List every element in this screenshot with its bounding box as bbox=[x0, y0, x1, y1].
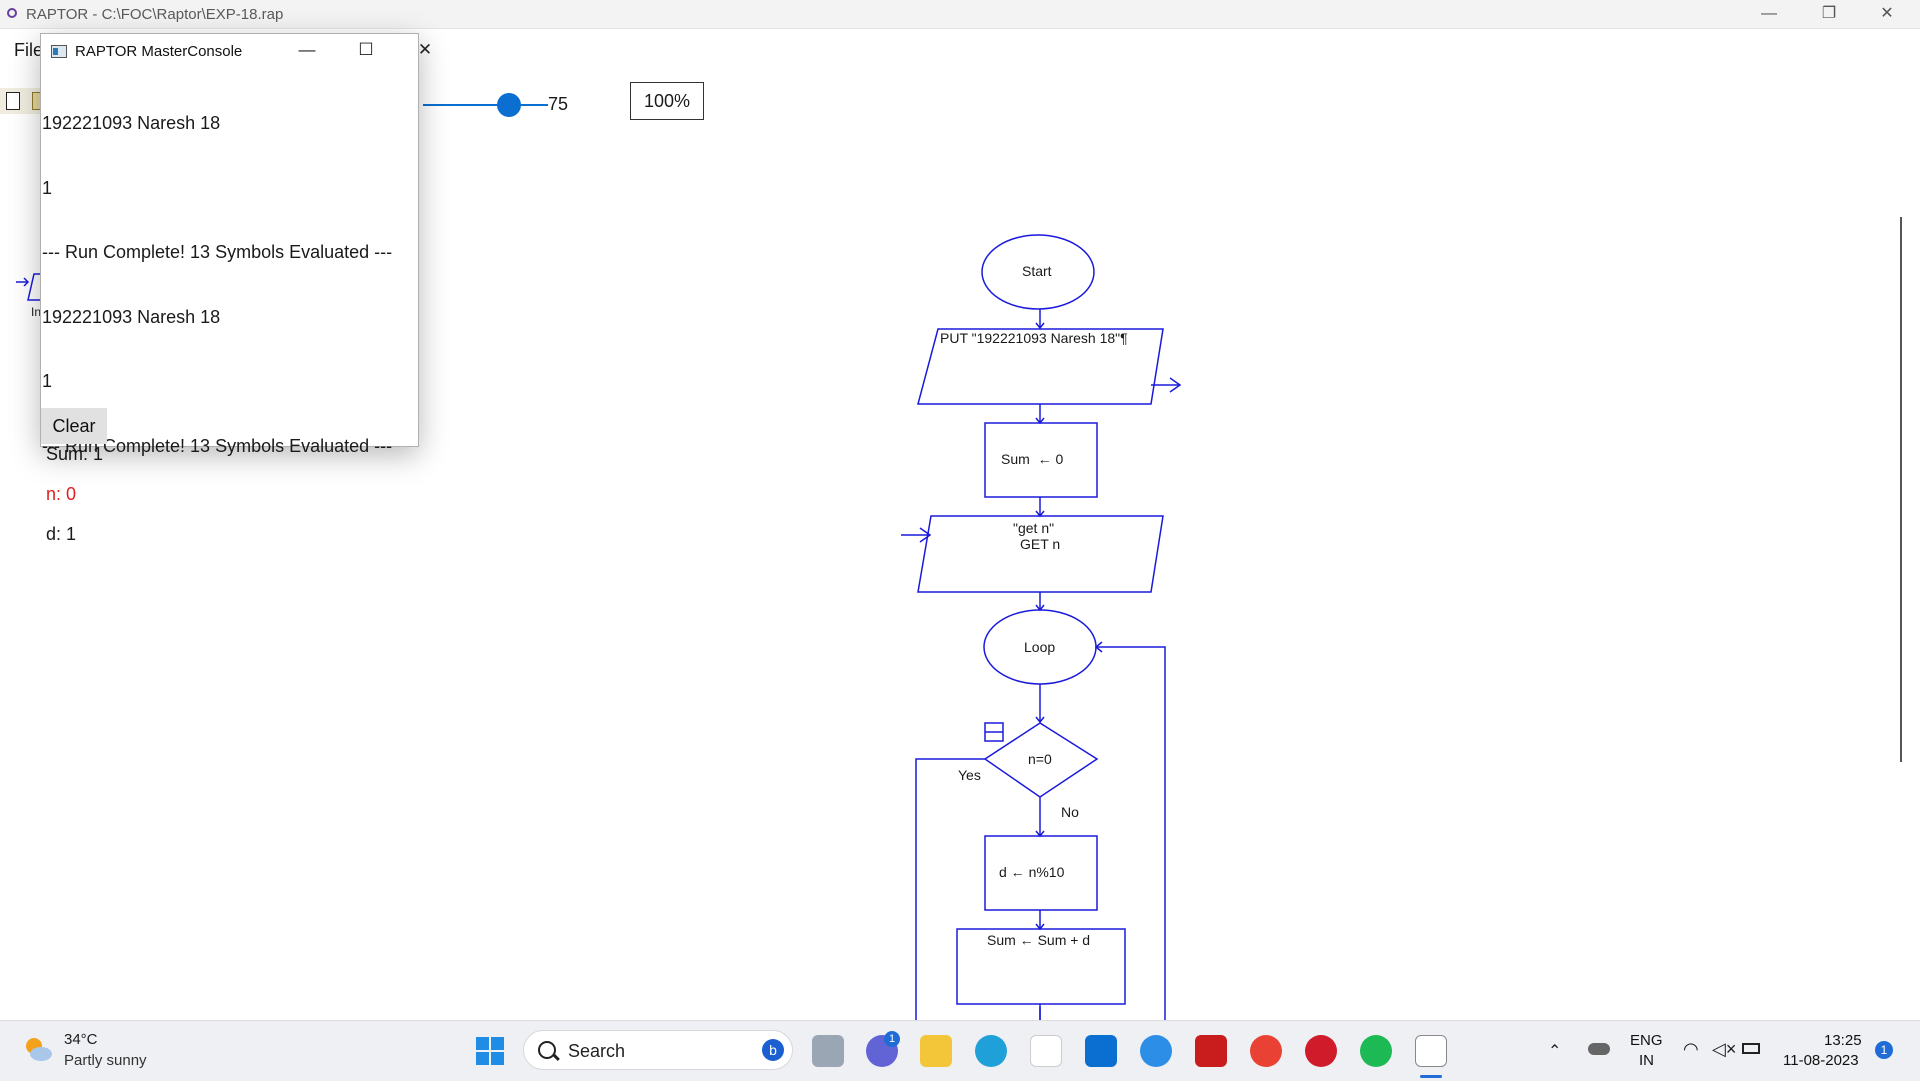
console-line: 192221093 Naresh 18 bbox=[42, 306, 221, 327]
close-button[interactable]: ✕ bbox=[1864, 2, 1910, 26]
task-view-icon[interactable] bbox=[812, 1035, 844, 1067]
input-prompt-label: "get n" bbox=[1013, 520, 1055, 536]
window-titlebar: RAPTOR - C:\FOC\Raptor\EXP-18.rap — ❐ ✕ bbox=[0, 0, 1920, 29]
speed-slider-track[interactable] bbox=[423, 104, 548, 106]
zoom-select[interactable]: 100% bbox=[630, 82, 704, 120]
assign-sum-label: Sum ← 0 bbox=[1001, 451, 1064, 467]
no-label: No bbox=[1061, 804, 1079, 820]
loop-label: Loop bbox=[1024, 639, 1056, 655]
onedrive-icon[interactable] bbox=[1588, 1043, 1610, 1055]
console-output[interactable]: 192221093 Naresh 18 1 --- Run Complete! … bbox=[41, 70, 418, 456]
opera-icon[interactable] bbox=[1305, 1035, 1337, 1067]
clock-time[interactable]: 13:25 bbox=[1824, 1032, 1862, 1049]
console-minimize-button[interactable]: — bbox=[292, 40, 322, 62]
active-app-indicator bbox=[1420, 1075, 1442, 1078]
search-placeholder: Search bbox=[568, 1041, 626, 1061]
new-file-icon[interactable] bbox=[6, 92, 20, 110]
wifi-icon[interactable]: ◠ bbox=[1683, 1039, 1699, 1060]
assign-sum2-label: Sum ← Sum + d bbox=[987, 932, 1091, 948]
volume-muted-icon[interactable]: ◁× bbox=[1712, 1039, 1736, 1060]
windows-start-icon[interactable] bbox=[474, 1035, 506, 1067]
language-indicator[interactable]: ENG bbox=[1630, 1032, 1663, 1049]
console-line: 192221093 Naresh 18 bbox=[42, 113, 221, 133]
start-label: Start bbox=[1022, 263, 1052, 279]
console-line: 1 bbox=[42, 177, 53, 198]
clear-button[interactable]: Clear bbox=[41, 408, 107, 444]
menu-file[interactable]: File bbox=[14, 40, 43, 61]
region-indicator[interactable]: IN bbox=[1639, 1052, 1654, 1069]
mcafee-icon[interactable] bbox=[1195, 1035, 1227, 1067]
decision-label: n=0 bbox=[1028, 751, 1052, 767]
spotify-icon[interactable] bbox=[1360, 1035, 1392, 1067]
master-console-window: RAPTOR MasterConsole — ☐ ✕ 192221093 Nar… bbox=[40, 33, 432, 456]
console-maximize-button[interactable]: ☐ bbox=[351, 40, 381, 62]
weather-condition[interactable]: Partly sunny bbox=[64, 1052, 147, 1069]
weather-partly-sunny-icon[interactable] bbox=[22, 1035, 54, 1063]
battery-icon[interactable] bbox=[1742, 1043, 1760, 1054]
console-title: RAPTOR MasterConsole bbox=[75, 43, 243, 60]
weather-temperature[interactable]: 34°C bbox=[64, 1031, 98, 1048]
chrome-icon[interactable] bbox=[1250, 1035, 1282, 1067]
minimize-button[interactable]: — bbox=[1746, 2, 1792, 26]
console-line: 1 bbox=[42, 371, 53, 391]
assign-d-label: d ← n%10 bbox=[999, 864, 1065, 880]
output-label: PUT "192221093 Naresh 18"¶ bbox=[940, 330, 1128, 346]
window-title: RAPTOR - C:\FOC\Raptor\EXP-18.rap bbox=[26, 6, 284, 23]
taskbar: 34°C Partly sunny Search b 1 ⌃ ENG IN ◠ … bbox=[0, 1020, 1920, 1081]
bing-icon[interactable]: b bbox=[762, 1039, 784, 1061]
console-app-icon bbox=[51, 45, 67, 58]
input-label: GET n bbox=[1020, 536, 1061, 552]
raptor-taskbar-icon[interactable] bbox=[1415, 1035, 1447, 1067]
help-icon[interactable] bbox=[1140, 1035, 1172, 1067]
teams-badge: 1 bbox=[884, 1031, 900, 1047]
speed-slider-value: 75 bbox=[548, 94, 569, 114]
file-explorer-icon[interactable] bbox=[920, 1035, 952, 1067]
console-close-button[interactable]: ✕ bbox=[410, 40, 440, 62]
watch-d: d: 1 bbox=[46, 524, 77, 544]
clock-date[interactable]: 11-08-2023 bbox=[1783, 1052, 1859, 1069]
vertical-scrollbar[interactable] bbox=[1900, 217, 1902, 762]
console-titlebar: RAPTOR MasterConsole — ☐ ✕ bbox=[41, 34, 432, 68]
search-icon bbox=[538, 1041, 556, 1059]
tray-chevron-up-icon[interactable]: ⌃ bbox=[1548, 1041, 1561, 1061]
store-icon[interactable] bbox=[1030, 1035, 1062, 1067]
myhp-icon[interactable] bbox=[1085, 1035, 1117, 1067]
notification-badge[interactable]: 1 bbox=[1875, 1041, 1893, 1059]
taskbar-search[interactable]: Search b bbox=[523, 1030, 793, 1070]
restore-button[interactable]: ❐ bbox=[1806, 2, 1852, 26]
console-line: --- Run Complete! 13 Symbols Evaluated -… bbox=[42, 242, 393, 262]
yes-label: Yes bbox=[958, 767, 981, 783]
raptor-app-icon bbox=[7, 8, 17, 18]
speed-slider-thumb[interactable] bbox=[497, 93, 521, 117]
edge-icon[interactable] bbox=[975, 1035, 1007, 1067]
